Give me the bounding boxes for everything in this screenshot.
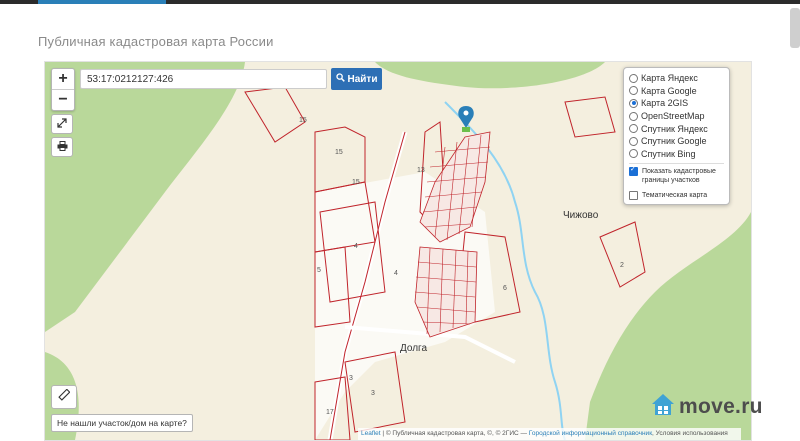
print-button[interactable] bbox=[51, 137, 73, 157]
ruler-icon bbox=[58, 388, 71, 406]
layer-radio[interactable] bbox=[629, 86, 638, 96]
layer-option[interactable]: Спутник Bing bbox=[629, 148, 724, 161]
parcel-number: 15 bbox=[352, 179, 360, 186]
layer-option[interactable]: Спутник Яндекс bbox=[629, 122, 724, 135]
leaflet-link[interactable]: Leaflet bbox=[361, 430, 381, 437]
show-borders-checkbox[interactable] bbox=[629, 165, 638, 177]
expand-icon bbox=[57, 115, 67, 133]
place-label-dolga: Долга bbox=[400, 343, 428, 354]
attribution-link[interactable]: Городской информационный справочник bbox=[529, 430, 652, 437]
layer-radio[interactable] bbox=[629, 124, 638, 134]
layer-option[interactable]: Карта Яндекс bbox=[629, 72, 724, 85]
layers-panel: Карта Яндекс Карта Google Карта 2GIS Ope… bbox=[623, 67, 730, 205]
thematic-toggle[interactable]: Тематическая карта bbox=[629, 191, 724, 201]
parcel-number: 15 bbox=[299, 117, 307, 124]
parcel-number: 6 bbox=[503, 285, 507, 292]
layer-option[interactable]: OpenStreetMap bbox=[629, 110, 724, 123]
parcel-number: 15 bbox=[335, 149, 343, 156]
zoom-in-button[interactable]: + bbox=[52, 69, 74, 89]
layer-option[interactable]: Карта 2GIS bbox=[629, 97, 724, 110]
layer-radio-selected[interactable] bbox=[629, 98, 638, 108]
forest-area bbox=[45, 62, 245, 332]
parcel-number: 3 bbox=[371, 390, 375, 397]
find-button-label: Найти bbox=[347, 73, 378, 85]
house-logo-icon bbox=[650, 391, 676, 422]
layer-radio[interactable] bbox=[629, 149, 638, 159]
zoom-control: + − bbox=[51, 68, 75, 111]
parcel-number: 13 bbox=[417, 167, 425, 174]
measure-button[interactable] bbox=[51, 385, 77, 409]
forest-area bbox=[375, 62, 605, 89]
page-scrollbar[interactable] bbox=[790, 8, 800, 48]
parcel-number: 17 bbox=[326, 409, 334, 416]
parcel-number: 2 bbox=[620, 262, 624, 269]
thematic-checkbox[interactable] bbox=[629, 191, 638, 201]
layer-option[interactable]: Спутник Google bbox=[629, 135, 724, 148]
place-label-chizhovo: Чижово bbox=[563, 210, 599, 221]
page-title: Публичная кадастровая карта России bbox=[38, 34, 274, 49]
layer-radio[interactable] bbox=[629, 111, 638, 121]
cadastral-map[interactable]: 15 15 15 13 4 4 5 6 2 3 17 3 + − 53:17:0… bbox=[44, 61, 752, 441]
layers-divider bbox=[629, 163, 724, 165]
fullscreen-button[interactable] bbox=[51, 114, 73, 134]
search-input[interactable] bbox=[80, 69, 327, 89]
parcel-number: 5 bbox=[317, 267, 321, 274]
parcel-number: 3 bbox=[349, 375, 353, 382]
layer-radio[interactable] bbox=[629, 136, 638, 146]
map-attribution: Leaflet | © Публичная кадастровая карта,… bbox=[358, 428, 741, 440]
top-nav-bar bbox=[0, 0, 800, 4]
zoom-out-button[interactable]: − bbox=[52, 89, 74, 110]
layer-option[interactable]: Карта Google bbox=[629, 85, 724, 98]
watermark-text: move.ru bbox=[679, 394, 763, 418]
parcel-number: 4 bbox=[354, 243, 358, 250]
print-icon bbox=[57, 138, 68, 156]
parcel-number: 4 bbox=[394, 270, 398, 277]
find-button[interactable]: Найти bbox=[331, 68, 382, 90]
search-icon bbox=[335, 73, 345, 85]
not-found-button[interactable]: Не нашли участок/дом на карте? bbox=[51, 414, 193, 432]
show-borders-toggle[interactable]: Показать кадастровые границы участков bbox=[629, 165, 724, 185]
watermark: move.ru bbox=[650, 391, 763, 422]
active-tab-indicator bbox=[38, 0, 166, 4]
layer-radio[interactable] bbox=[629, 73, 638, 83]
